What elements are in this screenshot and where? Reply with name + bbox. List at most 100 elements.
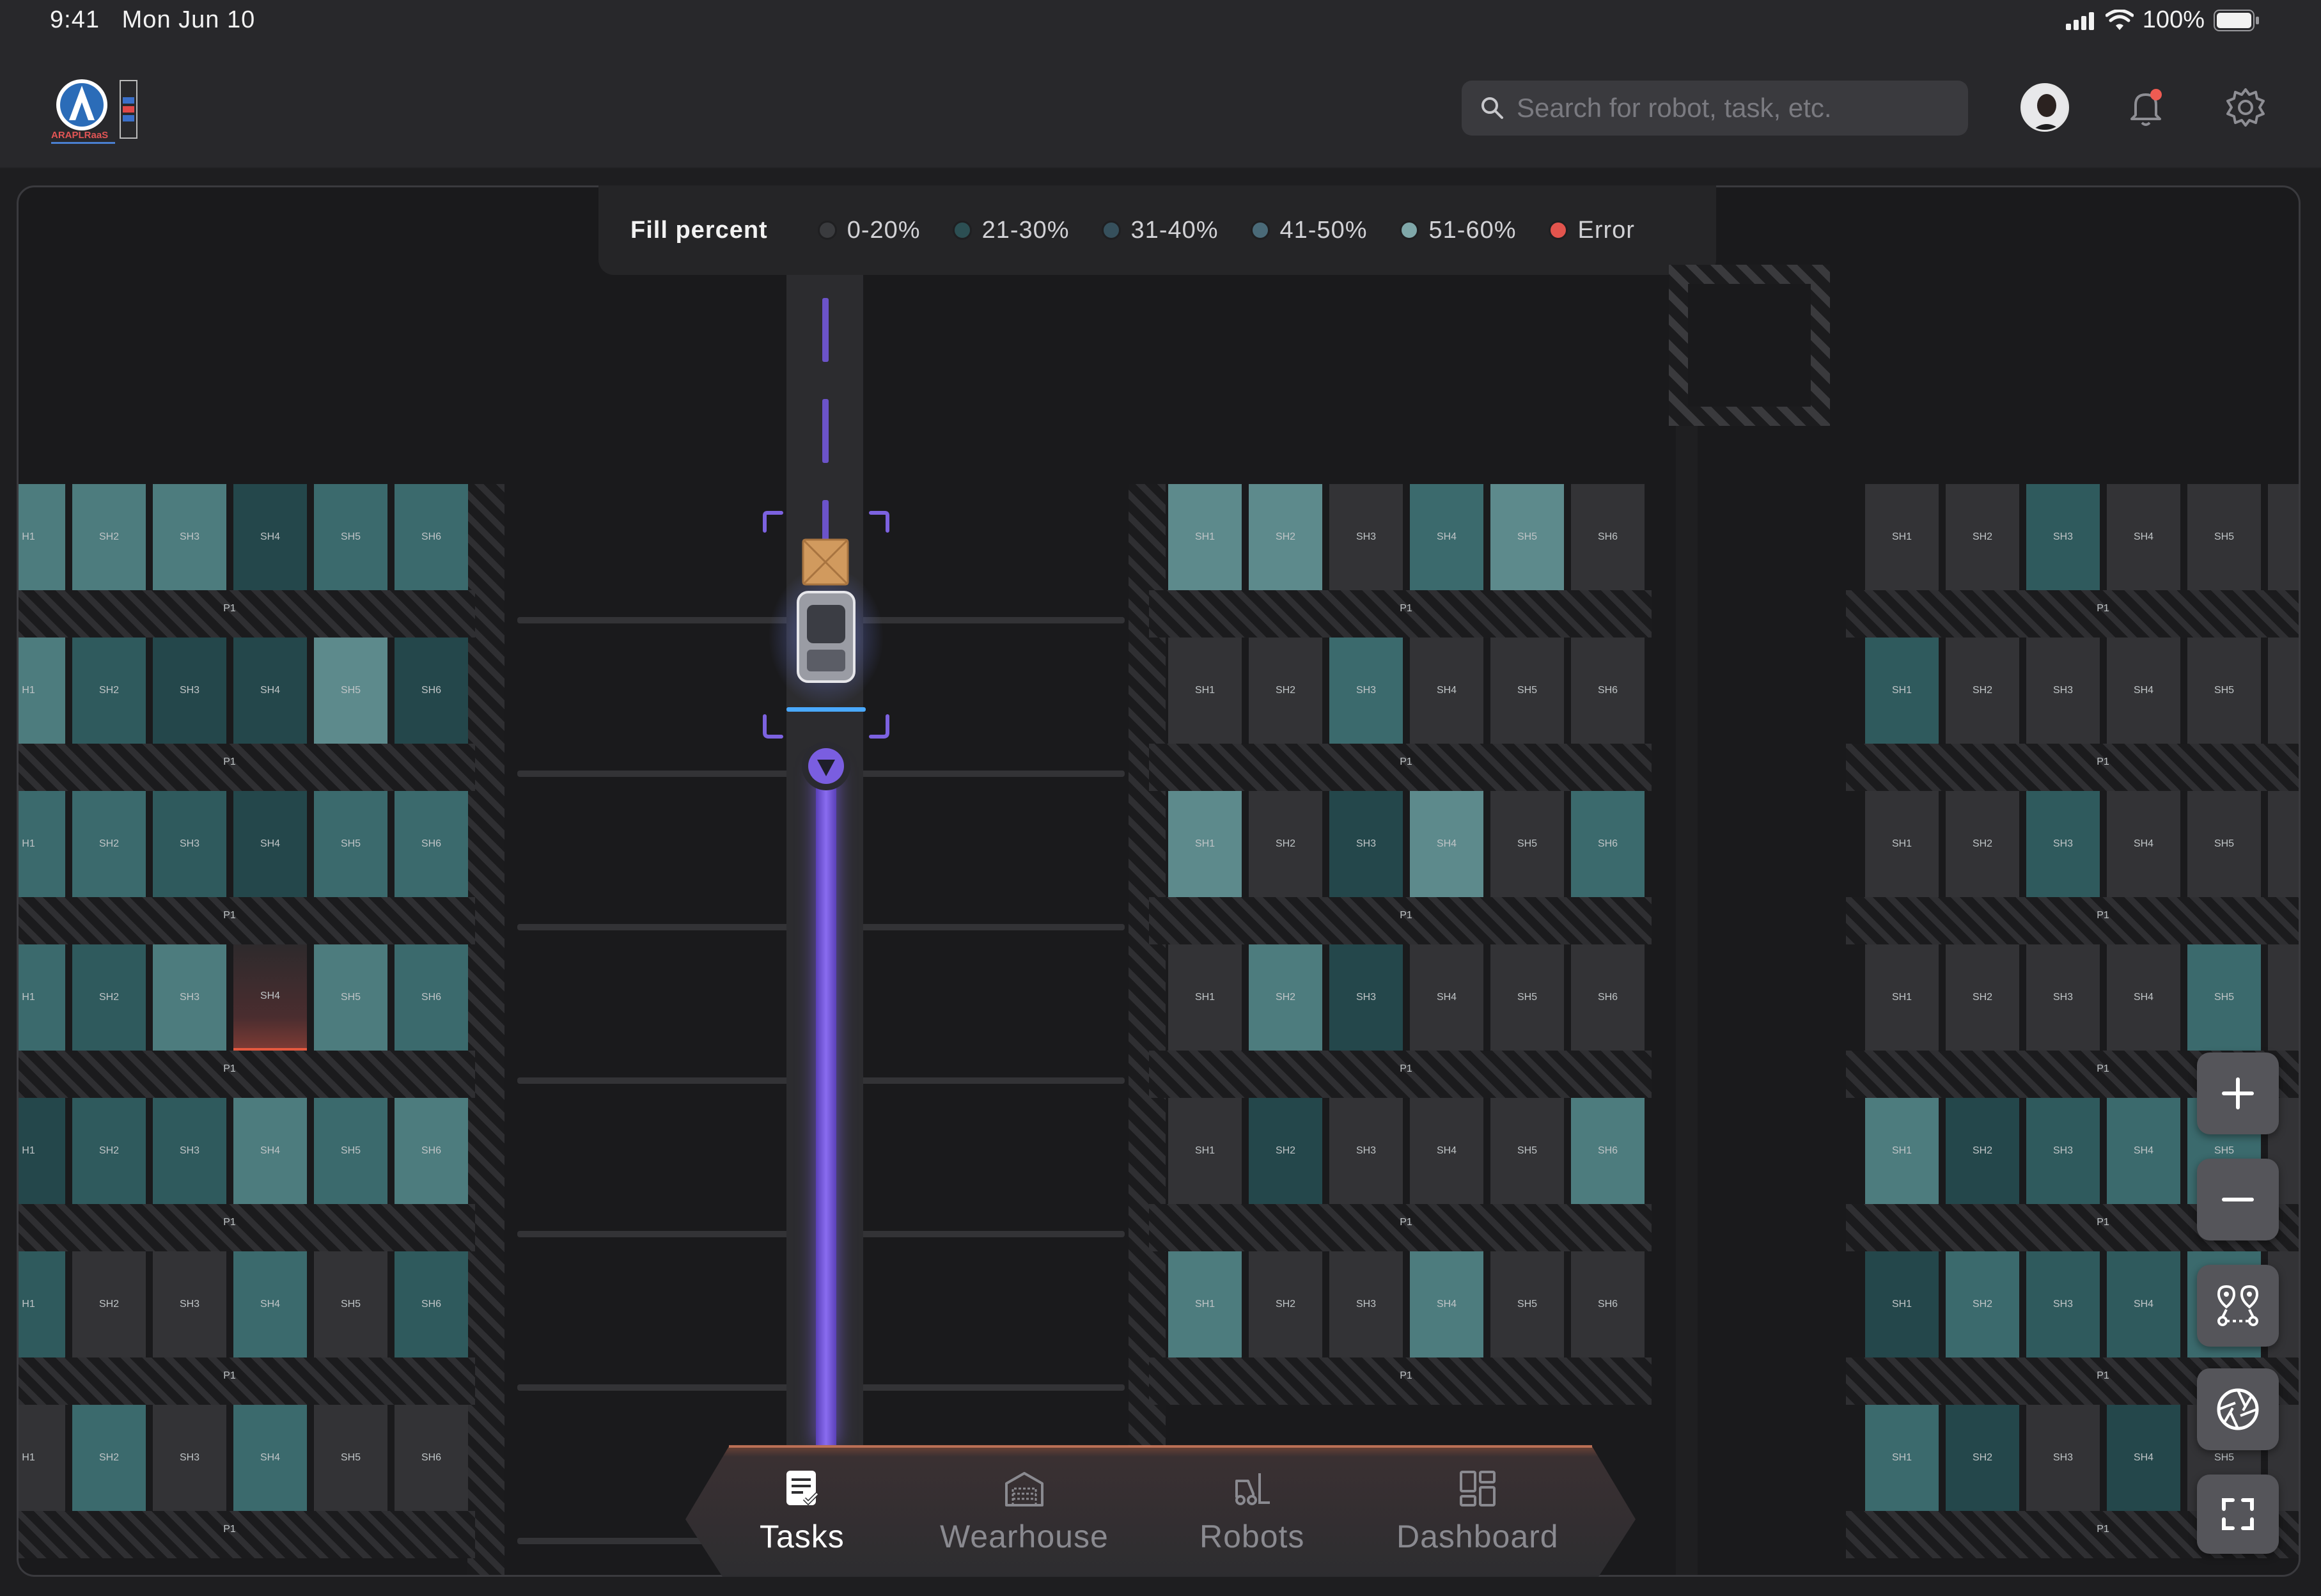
- shelf-slot[interactable]: SH4: [233, 484, 307, 590]
- shelf-slot[interactable]: SH3: [1329, 638, 1403, 744]
- shelf-slot[interactable]: SH4: [233, 638, 307, 744]
- shelf-slot[interactable]: SH2: [1946, 791, 2019, 897]
- settings-button[interactable]: [2221, 83, 2270, 135]
- route-button[interactable]: [2197, 1265, 2279, 1347]
- zoom-out-button[interactable]: [2197, 1159, 2279, 1240]
- shelf-slot[interactable]: SH1: [1168, 944, 1242, 1051]
- shelf-slot[interactable]: SH6: [395, 791, 468, 897]
- fullscreen-button[interactable]: [2197, 1475, 2279, 1554]
- shelf-slot[interactable]: SH3: [153, 1405, 226, 1511]
- nav-tab-robots[interactable]: Robots: [1200, 1468, 1304, 1555]
- shelf-slot[interactable]: SH4: [2107, 1251, 2180, 1357]
- shelf-slot[interactable]: SH1: [1865, 1251, 1939, 1357]
- shelf-slot[interactable]: SH4: [1410, 1098, 1483, 1204]
- robot-marker[interactable]: [761, 509, 891, 747]
- user-avatar[interactable]: [2020, 83, 2069, 132]
- shelf-slot[interactable]: SH2: [1946, 944, 2019, 1051]
- shelf-slot[interactable]: SH2: [72, 944, 146, 1051]
- shelf-slot[interactable]: SH6: [1571, 1251, 1645, 1357]
- shelf-slot[interactable]: SH6: [1571, 484, 1645, 590]
- shelf-slot[interactable]: SH4: [233, 791, 307, 897]
- shelf-slot[interactable]: SH2: [1946, 1405, 2019, 1511]
- shelf-slot[interactable]: SH4: [2107, 638, 2180, 744]
- shelf-slot[interactable]: SH4: [2107, 944, 2180, 1051]
- shelf-slot[interactable]: SH2: [72, 1098, 146, 1204]
- shelf-slot[interactable]: SH5: [2187, 484, 2261, 590]
- shelf-slot[interactable]: SH1: [1168, 638, 1242, 744]
- shelf-slot[interactable]: SH6: [1571, 638, 1645, 744]
- shelf-slot[interactable]: SH3: [153, 484, 226, 590]
- shelf-slot[interactable]: SH2: [1249, 1098, 1322, 1204]
- shelf-slot[interactable]: SH6: [1571, 944, 1645, 1051]
- shelf-slot[interactable]: SH5: [1490, 1098, 1564, 1204]
- shelf-slot[interactable]: SH5: [314, 1098, 387, 1204]
- shelf-slot[interactable]: SH1: [1168, 484, 1242, 590]
- shelf-slot[interactable]: H1: [19, 944, 65, 1051]
- shelf-slot[interactable]: SH2: [72, 484, 146, 590]
- shelf-slot[interactable]: SH2: [1249, 638, 1322, 744]
- camera-view-button[interactable]: [2197, 1368, 2279, 1450]
- shelf-slot[interactable]: H1: [19, 791, 65, 897]
- shelf-slot[interactable]: SH1: [1168, 791, 1242, 897]
- shelf-slot[interactable]: SH4: [2107, 791, 2180, 897]
- shelf-slot[interactable]: SH3: [2026, 1251, 2100, 1357]
- shelf-slot[interactable]: SH5: [314, 638, 387, 744]
- shelf-slot[interactable]: SH1: [1168, 1251, 1242, 1357]
- shelf-slot[interactable]: SH5: [2187, 638, 2261, 744]
- shelf-slot[interactable]: SH3: [153, 1251, 226, 1357]
- shelf-slot[interactable]: SH1: [1865, 484, 1939, 590]
- shelf-slot[interactable]: H1: [19, 1098, 65, 1204]
- shelf-slot[interactable]: SH1: [1168, 1098, 1242, 1204]
- shelf-slot[interactable]: SH6: [395, 944, 468, 1051]
- shelf-slot[interactable]: SH5: [1490, 638, 1564, 744]
- shelf-slot[interactable]: SH5: [314, 484, 387, 590]
- shelf-slot[interactable]: SH3: [1329, 1098, 1403, 1204]
- shelf-slot[interactable]: SH2: [1946, 1098, 2019, 1204]
- shelf-slot[interactable]: SH3: [1329, 484, 1403, 590]
- search-bar[interactable]: [1462, 81, 1968, 136]
- shelf-slot[interactable]: SH2: [72, 1405, 146, 1511]
- shelf-slot[interactable]: SH4: [2107, 484, 2180, 590]
- shelf-slot[interactable]: SH6: [1571, 791, 1645, 897]
- nav-tab-tasks[interactable]: Tasks: [760, 1468, 845, 1555]
- shelf-slot[interactable]: SH5: [1490, 791, 1564, 897]
- shelf-slot[interactable]: SH5: [314, 944, 387, 1051]
- shelf-slot[interactable]: SH2: [1249, 1251, 1322, 1357]
- shelf-slot[interactable]: SH6: [395, 1098, 468, 1204]
- shelf-slot[interactable]: SH3: [153, 1098, 226, 1204]
- shelf-slot[interactable]: SH5: [2187, 944, 2261, 1051]
- shelf-slot[interactable]: SH5: [314, 791, 387, 897]
- shelf-slot[interactable]: SH3: [1329, 1251, 1403, 1357]
- shelf-slot[interactable]: SH3: [1329, 791, 1403, 897]
- shelf-slot[interactable]: SH2: [72, 791, 146, 897]
- shelf-slot[interactable]: SH6: [395, 1251, 468, 1357]
- shelf-slot[interactable]: SH3: [2026, 944, 2100, 1051]
- shelf-slot[interactable]: SH2: [1249, 944, 1322, 1051]
- shelf-slot[interactable]: SH1: [1865, 944, 1939, 1051]
- shelf-slot[interactable]: SH1: [1865, 791, 1939, 897]
- shelf-slot[interactable]: SH3: [153, 638, 226, 744]
- shelf-slot[interactable]: SH4: [233, 1251, 307, 1357]
- shelf-slot[interactable]: SH2: [1946, 1251, 2019, 1357]
- shelf-slot[interactable]: SH3: [2026, 791, 2100, 897]
- notifications-button[interactable]: [2122, 83, 2170, 135]
- shelf-slot[interactable]: SH5: [2187, 791, 2261, 897]
- shelf-slot[interactable]: SH3: [2026, 638, 2100, 744]
- shelf-slot[interactable]: SH3: [1329, 944, 1403, 1051]
- nav-tab-warehouse[interactable]: Wearhouse: [940, 1468, 1109, 1555]
- zoom-in-button[interactable]: [2197, 1052, 2279, 1134]
- shelf-slot[interactable]: S: [2268, 638, 2299, 744]
- shelf-slot[interactable]: S: [2268, 791, 2299, 897]
- shelf-slot[interactable]: H1: [19, 484, 65, 590]
- shelf-slot[interactable]: H1: [19, 1405, 65, 1511]
- shelf-slot[interactable]: SH4: [1410, 638, 1483, 744]
- shelf-slot[interactable]: H1: [19, 1251, 65, 1357]
- shelf-slot[interactable]: SH2: [1946, 484, 2019, 590]
- warehouse-map[interactable]: H1 SH2 SH3 SH4 SH5 SH6 P1 H1 SH2 SH3 SH4 SH5 SH6 P1 H1…: [17, 185, 2301, 1577]
- shelf-slot[interactable]: SH2: [1249, 791, 1322, 897]
- shelf-slot[interactable]: SH4: [1410, 1251, 1483, 1357]
- shelf-slot[interactable]: SH1: [1865, 1098, 1939, 1204]
- shelf-slot[interactable]: SH4: [1410, 791, 1483, 897]
- shelf-slot[interactable]: SH1: [1865, 1405, 1939, 1511]
- shelf-slot[interactable]: SH4: [233, 944, 307, 1051]
